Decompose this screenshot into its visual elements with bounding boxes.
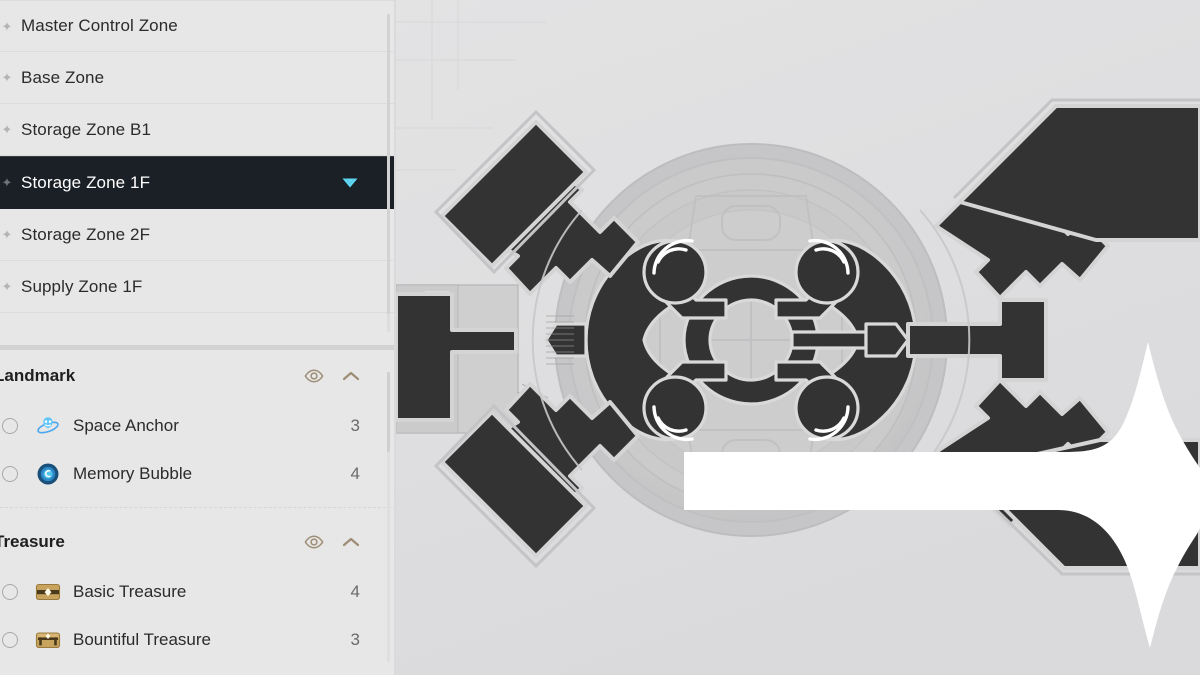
zone-label: Base Zone — [21, 67, 105, 87]
section-title: Landmark — [0, 366, 76, 385]
zone-label: Storage Zone B1 — [21, 119, 152, 139]
list-item-memory-bubble[interactable]: Memory Bubble 4 — [0, 450, 396, 498]
list-item-space-anchor[interactable]: Space Anchor 3 — [0, 402, 396, 450]
list-item-bountiful-treasure[interactable]: Bountiful Treasure 3 — [0, 616, 396, 664]
zone-list: ✦ Master Control Zone ✦ Base Zone ✦ Stor… — [0, 0, 396, 345]
sidebar-item-base-zone[interactable]: ✦ Base Zone — [0, 52, 396, 104]
floor-plan-map[interactable] — [396, 0, 1200, 675]
item-label: Basic Treasure — [73, 582, 187, 601]
item-label: Bountiful Treasure — [73, 630, 211, 649]
memory-bubble-icon — [35, 461, 61, 487]
sidebar-item-storage-zone-2f[interactable]: ✦ Storage Zone 2F — [0, 209, 396, 261]
eye-icon[interactable] — [304, 369, 324, 383]
sparkle-icon: ✦ — [1, 227, 13, 242]
item-label: Memory Bubble — [73, 464, 193, 483]
sparkle-icon: ✦ — [1, 70, 13, 85]
item-count: 4 — [350, 582, 360, 601]
map-viewport[interactable] — [396, 0, 1200, 675]
item-label: Space Anchor — [73, 416, 179, 435]
item-count: 3 — [350, 630, 360, 649]
section-header-landmark[interactable]: Landmark — [0, 350, 396, 402]
sidebar-item-supply-zone-1f[interactable]: ✦ Supply Zone 1F — [0, 261, 396, 313]
bountiful-treasure-chest-icon — [35, 627, 61, 653]
sparkle-icon: ✦ — [1, 175, 13, 190]
item-count: 3 — [350, 416, 360, 435]
sidebar: ✦ Master Control Zone ✦ Base Zone ✦ Stor… — [0, 0, 396, 675]
zone-label: Storage Zone 2F — [21, 224, 151, 244]
filter-scrollbar-thumb[interactable] — [387, 372, 390, 452]
basic-treasure-checkbox[interactable] — [2, 584, 18, 600]
bountiful-treasure-checkbox[interactable] — [2, 632, 18, 648]
space-anchor-checkbox[interactable] — [2, 418, 18, 434]
sidebar-item-storage-zone-b1[interactable]: ✦ Storage Zone B1 — [0, 104, 396, 156]
basic-treasure-chest-icon — [35, 579, 61, 605]
sidebar-item-storage-zone-1f[interactable]: ✦ Storage Zone 1F — [0, 156, 396, 209]
sidebar-item-master-control-zone[interactable]: ✦ Master Control Zone — [0, 0, 396, 52]
space-anchor-icon — [35, 413, 61, 439]
section-title: Treasure — [0, 532, 65, 551]
zone-label: Master Control Zone — [21, 16, 178, 35]
section-divider — [0, 507, 396, 508]
memory-bubble-checkbox[interactable] — [2, 466, 18, 482]
sparkle-icon: ✦ — [1, 122, 13, 137]
sparkle-icon: ✦ — [1, 279, 13, 294]
item-count: 4 — [350, 464, 360, 483]
filter-panel: Landmark Space Anchor 3 Memory Bubble 4 … — [0, 350, 396, 675]
zone-label: Supply Zone 1F — [21, 276, 143, 296]
zone-list-scrollbar-thumb[interactable] — [387, 14, 390, 314]
chevron-up-icon[interactable] — [342, 536, 360, 548]
section-header-treasure[interactable]: Treasure — [0, 516, 396, 568]
list-item-basic-treasure[interactable]: Basic Treasure 4 — [0, 568, 396, 616]
map-screen: ✦ Master Control Zone ✦ Base Zone ✦ Stor… — [0, 0, 1200, 675]
chevron-down-icon[interactable] — [340, 176, 360, 190]
zone-label: Storage Zone 1F — [21, 172, 151, 192]
sparkle-icon: ✦ — [1, 18, 13, 34]
eye-icon[interactable] — [304, 535, 324, 549]
chevron-up-icon[interactable] — [342, 370, 360, 382]
